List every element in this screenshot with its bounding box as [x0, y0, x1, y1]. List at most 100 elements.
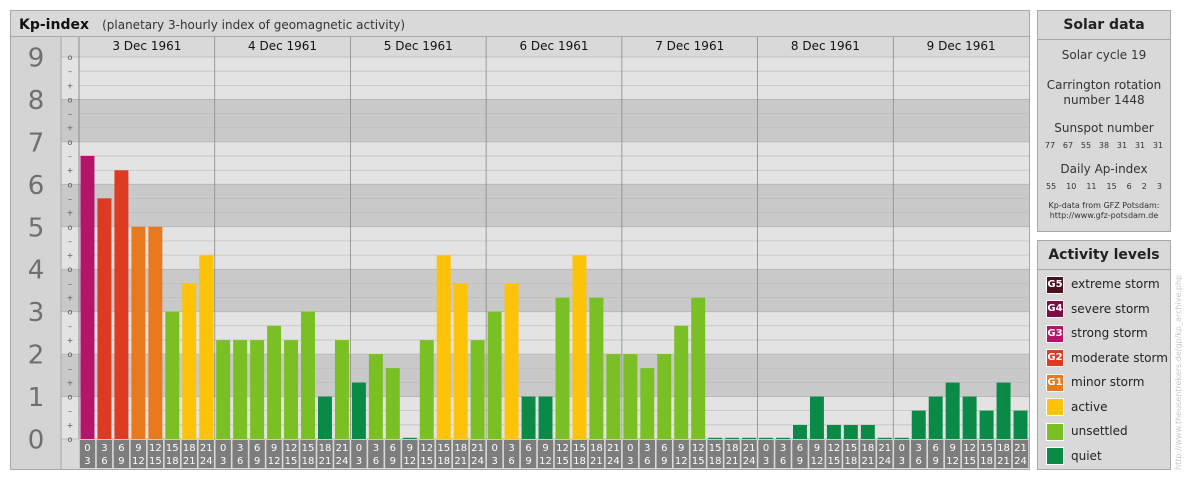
interval-start-label: 9: [271, 443, 277, 454]
y-tick-label: 8: [28, 86, 45, 116]
day-label: 9 Dec 1961: [927, 39, 996, 53]
chart-subtitle: (planetary 3-hourly index of geomagnetic…: [102, 18, 406, 32]
interval-start-label: 3: [237, 443, 243, 454]
sunspot-value: 31: [1134, 141, 1146, 150]
kp-bar: [504, 283, 519, 439]
kp-bar: [233, 340, 248, 439]
interval-end-label: 12: [403, 456, 416, 467]
activity-level-item: unsettled: [1046, 421, 1128, 441]
y-subtick-label: +: [67, 336, 74, 345]
y-subtick-label: +: [67, 251, 74, 260]
ap-heading: Daily Ap-index: [1060, 162, 1148, 176]
interval-end-label: 3: [84, 456, 90, 467]
sunspot-values: 77 67 55 38 31 31 31: [1038, 141, 1170, 150]
kp-bar: [894, 437, 909, 439]
source-line-1: Kp-data from GFZ Potsdam:: [1048, 201, 1160, 210]
sunspot-value: 67: [1062, 141, 1074, 150]
activity-level-item: G4 severe storm: [1046, 299, 1150, 319]
interval-start-label: 3: [508, 443, 514, 454]
day-label: 7 Dec 1961: [655, 39, 724, 53]
y-subtick-label: +: [67, 294, 74, 303]
kp-bar: [114, 170, 129, 439]
sunspot-value: 31: [1152, 141, 1164, 150]
activity-level-swatch: G3: [1046, 324, 1064, 343]
y-subtick-label: –: [68, 279, 72, 288]
kp-bar: [318, 396, 332, 439]
interval-start-label: 21: [336, 443, 349, 454]
interval-end-label: 3: [491, 456, 497, 467]
interval-start-label: 12: [149, 443, 162, 454]
solar-cycle: Solar cycle 19: [1061, 48, 1147, 62]
interval-start-label: 18: [183, 443, 196, 454]
y-subtick-label: –: [68, 67, 72, 76]
kp-bar: [640, 368, 655, 439]
source-link[interactable]: http://www.gfz-potsdam.de: [1038, 211, 1170, 221]
kp-bar: [97, 198, 112, 439]
interval-start-label: 0: [84, 443, 90, 454]
activity-level-label: active: [1071, 399, 1108, 414]
interval-end-label: 6: [373, 456, 379, 467]
day-label: 6 Dec 1961: [519, 39, 588, 53]
interval-start-label: 12: [285, 443, 298, 454]
y-subtick-label: –: [68, 110, 72, 119]
interval-start-label: 9: [135, 443, 141, 454]
interval-start-label: 0: [899, 443, 905, 454]
kp-bar: [589, 297, 604, 439]
kp-bar: [843, 424, 858, 439]
interval-end-label: 24: [878, 456, 891, 467]
interval-start-label: 6: [390, 443, 396, 454]
kp-bar: [250, 340, 265, 439]
interval-end-label: 3: [627, 456, 633, 467]
interval-start-label: 0: [356, 443, 362, 454]
sunspot-value: 38: [1098, 141, 1110, 150]
interval-end-label: 21: [726, 456, 739, 467]
kp-bar: [385, 368, 400, 439]
kp-bar: [419, 340, 434, 439]
interval-start-label: 18: [454, 443, 467, 454]
interval-end-label: 3: [763, 456, 769, 467]
interval-start-label: 15: [166, 443, 179, 454]
interval-start-label: 9: [678, 443, 684, 454]
interval-end-label: 15: [828, 456, 841, 467]
y-subtick-label: o: [68, 435, 73, 444]
interval-end-label: 6: [916, 456, 922, 467]
interval-start-label: 21: [743, 443, 756, 454]
kp-bar: [759, 437, 774, 439]
y-tick-label: 1: [28, 383, 45, 413]
interval-end-label: 9: [661, 456, 667, 467]
y-subtick-label: –: [68, 364, 72, 373]
kp-bar: [470, 340, 485, 439]
sunspot-heading: Sunspot number: [1054, 121, 1154, 135]
y-subtick-label: +: [67, 124, 74, 133]
kp-bar: [436, 255, 451, 439]
ap-value: 55: [1045, 182, 1057, 191]
kp-bar: [182, 283, 197, 439]
interval-end-label: 9: [797, 456, 803, 467]
activity-levels-panel: Activity levels G5 extreme storm G4 severe …: [1037, 240, 1171, 470]
interval-end-label: 12: [268, 456, 281, 467]
y-tick-label: 0: [28, 426, 45, 456]
interval-start-label: 0: [220, 443, 226, 454]
interval-start-label: 15: [302, 443, 315, 454]
interval-end-label: 18: [166, 456, 179, 467]
activity-level-swatch: G1: [1046, 373, 1064, 392]
interval-end-label: 9: [390, 456, 396, 467]
interval-end-label: 15: [149, 456, 162, 467]
interval-start-label: 18: [861, 443, 874, 454]
interval-start-label: 15: [437, 443, 450, 454]
kp-bar: [911, 410, 926, 439]
interval-start-label: 15: [980, 443, 993, 454]
interval-start-label: 0: [763, 443, 769, 454]
activity-level-item: G2 moderate storm: [1046, 348, 1168, 368]
kp-bar: [623, 354, 638, 439]
activity-level-label: severe storm: [1071, 301, 1150, 316]
activity-level-label: unsettled: [1071, 424, 1128, 438]
activity-level-label: strong storm: [1071, 326, 1148, 340]
kp-bar: [301, 311, 315, 439]
y-tick-label: 5: [28, 213, 45, 243]
activity-level-item: G5 extreme storm: [1046, 274, 1160, 294]
interval-end-label: 18: [437, 456, 450, 467]
kp-bar: [284, 340, 299, 439]
interval-end-label: 18: [845, 456, 858, 467]
interval-start-label: 18: [726, 443, 739, 454]
